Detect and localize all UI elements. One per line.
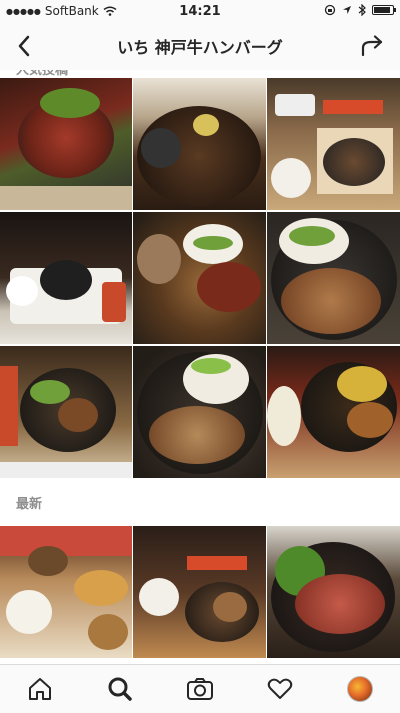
post-thumbnail[interactable] (267, 78, 400, 210)
back-button[interactable] (8, 30, 40, 62)
post-thumbnail[interactable] (0, 346, 132, 478)
tab-activity[interactable] (240, 665, 320, 713)
post-thumbnail[interactable] (133, 346, 266, 478)
status-bar: ●●●●● SoftBank 14:21 (0, 0, 400, 22)
camera-icon (187, 678, 213, 700)
feed-content[interactable]: 人気投稿 最新 (0, 70, 400, 664)
share-arrow-icon (361, 35, 383, 57)
post-thumbnail[interactable] (267, 526, 400, 658)
top-posts-header: 人気投稿 (0, 70, 400, 78)
post-thumbnail[interactable] (0, 78, 132, 210)
top-posts-grid (0, 78, 400, 478)
post-thumbnail[interactable] (133, 526, 266, 658)
nav-bar: いち 神戸牛ハンバーグ (0, 22, 400, 71)
bluetooth-icon (358, 4, 366, 16)
post-thumbnail[interactable] (0, 212, 132, 344)
post-thumbnail[interactable] (0, 526, 132, 658)
chevron-left-icon (18, 35, 30, 57)
status-right (324, 4, 396, 16)
recent-posts-grid (0, 526, 400, 658)
tab-search[interactable] (80, 665, 160, 713)
page-title: いち 神戸牛ハンバーグ (117, 38, 283, 57)
recent-header: 最新 (0, 478, 400, 526)
home-icon (29, 678, 51, 700)
avatar (347, 676, 373, 702)
heart-icon (267, 678, 293, 699)
rotation-lock-icon (324, 4, 336, 16)
location-arrow-icon (343, 6, 351, 14)
share-button[interactable] (356, 30, 388, 62)
post-thumbnail[interactable] (267, 346, 400, 478)
tab-camera[interactable] (160, 665, 240, 713)
post-thumbnail[interactable] (133, 78, 266, 210)
tab-home[interactable] (0, 665, 80, 713)
tab-bar (0, 664, 400, 713)
tab-profile[interactable] (320, 665, 400, 713)
search-icon (108, 677, 132, 701)
post-thumbnail[interactable] (267, 212, 400, 344)
battery-icon (372, 5, 396, 15)
post-thumbnail[interactable] (133, 212, 266, 344)
